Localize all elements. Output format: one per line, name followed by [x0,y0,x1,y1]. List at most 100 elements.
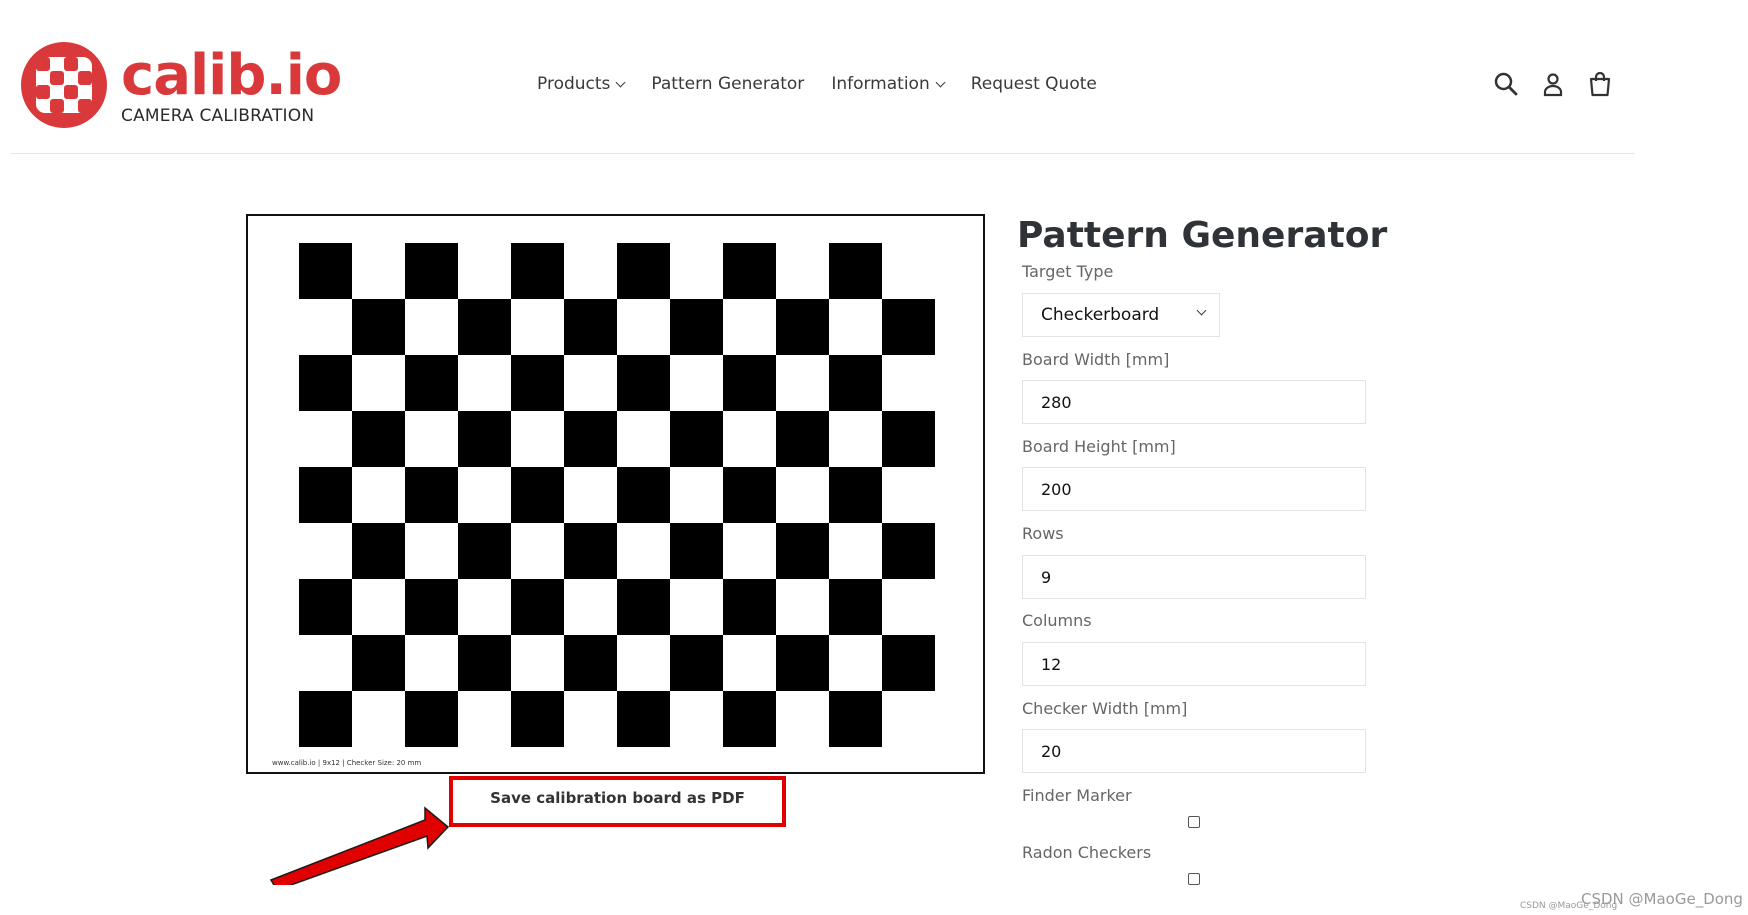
checker-square-white [882,243,935,299]
checker-square-black [299,467,352,523]
checker-square-white [564,243,617,299]
account-icon[interactable] [1539,70,1567,98]
checker-square-white [617,299,670,355]
watermark-small: CSDN @MaoGe_Dong [1520,901,1618,911]
checker-square-black [776,299,829,355]
checker-square-white [829,411,882,467]
checker-square-black [776,523,829,579]
chevron-down-icon [935,77,946,87]
checker-square-white [776,579,829,635]
board-caption: www.calib.io | 9x12 | Checker Size: 20 m… [272,759,422,767]
finder-marker-checkbox[interactable] [1188,816,1200,828]
nav-products[interactable]: Products [537,74,626,94]
checker-square-white [511,299,564,355]
checker-square-white [829,299,882,355]
checker-square-black [299,579,352,635]
checker-square-white [829,635,882,691]
checker-square-white [617,523,670,579]
checker-square-black [882,523,935,579]
board-width-input[interactable]: 280 [1022,380,1366,424]
checker-square-black [564,635,617,691]
checker-square-black [829,579,882,635]
checker-square-black [829,243,882,299]
checker-square-white [723,411,776,467]
nav-pattern-generator[interactable]: Pattern Generator [651,74,804,94]
checker-square-white [511,411,564,467]
rows-label: Rows [1022,524,1064,543]
save-pdf-button[interactable]: Save calibration board as PDF [449,776,786,827]
checker-square-white [458,691,511,747]
checker-square-black [458,411,511,467]
board-height-input[interactable]: 200 [1022,467,1366,511]
checker-square-white [352,243,405,299]
checker-width-input[interactable]: 20 [1022,729,1366,773]
checker-square-white [405,635,458,691]
brand-name: calib.io [121,43,342,108]
checker-square-white [299,411,352,467]
checker-square-white [723,299,776,355]
site-logo[interactable]: calib.io CAMERA CALIBRATION [21,42,342,128]
checker-square-white [299,523,352,579]
checker-square-black [723,243,776,299]
checker-square-white [776,691,829,747]
target-type-select[interactable]: Checkerboard [1022,293,1220,337]
columns-label: Columns [1022,611,1092,630]
checker-square-black [617,691,670,747]
calibration-board-preview: www.calib.io | 9x12 | Checker Size: 20 m… [246,214,985,774]
checker-square-black [882,411,935,467]
finder-marker-label: Finder Marker [1022,786,1132,805]
nav-information[interactable]: Information [831,74,946,94]
checker-square-white [776,243,829,299]
checker-square-white [882,467,935,523]
checker-square-black [405,579,458,635]
board-width-label: Board Width [mm] [1022,350,1170,369]
checker-square-black [405,467,458,523]
header-actions [1492,70,1633,98]
calib-logo-icon [21,42,107,128]
checkerboard-grid [299,243,935,747]
checker-square-black [458,523,511,579]
checker-square-black [776,411,829,467]
checker-square-white [670,579,723,635]
checker-width-label: Checker Width [mm] [1022,699,1188,718]
checker-square-white [564,579,617,635]
checker-square-black [617,243,670,299]
search-icon[interactable] [1492,70,1520,98]
checker-square-white [511,635,564,691]
checker-square-black [670,635,723,691]
rows-input[interactable]: 9 [1022,555,1366,599]
columns-input[interactable]: 12 [1022,642,1366,686]
radon-checkers-label: Radon Checkers [1022,843,1152,862]
checker-square-black [458,635,511,691]
checker-square-white [405,411,458,467]
checker-square-black [670,411,723,467]
checker-square-white [723,523,776,579]
site-header: calib.io CAMERA CALIBRATION Products Pat… [10,0,1635,154]
checker-square-black [405,691,458,747]
checker-square-white [458,579,511,635]
checker-square-white [299,299,352,355]
checker-square-white [458,467,511,523]
checker-square-white [405,523,458,579]
checker-square-white [405,299,458,355]
checker-square-black [882,635,935,691]
checker-square-black [617,467,670,523]
cart-icon[interactable] [1586,70,1614,98]
radon-checkers-checkbox[interactable] [1188,873,1200,885]
checker-square-black [352,299,405,355]
checker-square-black [405,355,458,411]
chevron-down-icon [1196,305,1207,316]
checker-square-black [723,467,776,523]
arrow-icon [269,806,450,885]
checker-square-white [882,691,935,747]
checker-square-black [723,579,776,635]
checker-square-white [670,355,723,411]
checker-square-black [352,411,405,467]
checker-square-black [352,523,405,579]
checker-square-black [458,299,511,355]
checker-square-black [617,579,670,635]
checker-square-white [352,467,405,523]
checker-square-black [352,635,405,691]
checker-square-white [352,355,405,411]
nav-request-quote[interactable]: Request Quote [971,74,1097,94]
